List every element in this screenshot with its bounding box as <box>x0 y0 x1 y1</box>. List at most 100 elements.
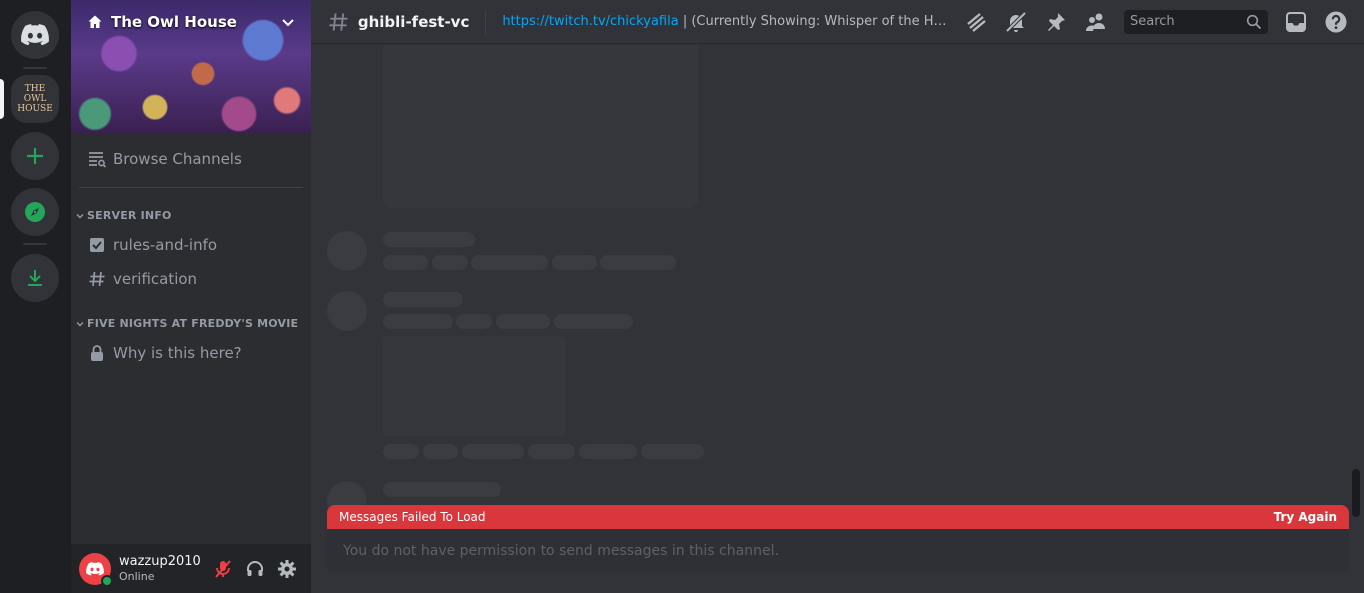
notification-settings-button[interactable] <box>1004 10 1028 34</box>
chevron-down-icon[interactable] <box>281 15 295 29</box>
avatar[interactable] <box>79 552 113 587</box>
inbox-button[interactable] <box>1284 10 1308 34</box>
sidebar-divider <box>79 187 303 188</box>
category-label: FIVE NIGHTS AT FREDDY'S MOVIE <box>87 317 299 330</box>
server-icon-owl-house[interactable]: THE OWL HOUSE <box>11 75 59 123</box>
skeleton-text <box>528 444 575 459</box>
channel-name: ghibli-fest-vc <box>357 12 470 31</box>
browse-channels-icon <box>87 149 107 169</box>
discord-icon <box>86 561 104 576</box>
channel-label: verification <box>113 270 198 288</box>
skeleton-text <box>554 314 633 329</box>
settings-icon <box>278 559 296 578</box>
notifications-muted-icon <box>1005 11 1027 32</box>
topic-link[interactable]: https://twitch.tv/chickyafila <box>502 14 678 29</box>
error-message: Messages Failed To Load <box>339 510 486 524</box>
header-divider <box>485 9 487 34</box>
hash-icon <box>329 12 348 31</box>
skeleton-text <box>383 444 419 459</box>
skeleton-username <box>383 232 475 247</box>
user-status: Online <box>119 569 155 583</box>
search-input[interactable]: Search <box>1124 9 1268 34</box>
explore-icon <box>25 202 45 222</box>
user-panel: wazzup2010 Online <box>71 544 311 593</box>
browse-channels-label: Browse Channels <box>113 150 242 168</box>
skeleton-avatar <box>327 291 367 331</box>
category-label: SERVER INFO <box>87 209 172 222</box>
skeleton-text <box>552 255 597 270</box>
skeleton-text <box>462 444 524 459</box>
help-button[interactable] <box>1324 10 1348 34</box>
load-error-bar: Messages Failed To Load Try Again <box>327 505 1349 529</box>
lock-icon <box>87 343 107 363</box>
hash-icon <box>87 269 107 289</box>
channel-topic[interactable]: https://twitch.tv/chickyafila | (Current… <box>502 14 948 29</box>
channel-rules-and-info[interactable]: rules-and-info <box>79 229 303 261</box>
skeleton-text <box>579 444 637 459</box>
inbox-icon <box>1286 11 1306 32</box>
skeleton-username <box>383 482 501 497</box>
server-icon-text: THE OWL HOUSE <box>17 84 53 114</box>
skeleton-text <box>600 255 676 270</box>
category-server-info[interactable]: SERVER INFO <box>75 209 172 222</box>
rail-separator <box>23 67 47 69</box>
search-icon <box>1246 14 1262 29</box>
category-five-nights[interactable]: FIVE NIGHTS AT FREDDY'S MOVIE <box>75 317 298 330</box>
search-placeholder: Search <box>1130 14 1175 29</box>
user-settings-button[interactable] <box>271 553 303 585</box>
server-header[interactable]: The Owl House <box>71 0 311 44</box>
home-icon <box>88 15 102 28</box>
topic-text: | (Currently Showing: Whisper of the Hea… <box>682 14 948 29</box>
skeleton-text <box>432 255 468 270</box>
channel-sidebar: The Owl House Browse Channels SERVER INF… <box>71 0 311 593</box>
explore-servers-button[interactable] <box>11 188 59 236</box>
server-name: The Owl House <box>111 13 237 31</box>
pinned-messages-button[interactable] <box>1044 10 1068 34</box>
skeleton-attachment <box>383 336 566 436</box>
channel-header: ghibli-fest-vc https://twitch.tv/chickya… <box>311 0 1364 44</box>
add-server-icon <box>27 148 43 164</box>
chevron-down-icon <box>76 213 84 218</box>
browse-channels-item[interactable]: Browse Channels <box>79 143 303 175</box>
skeleton-username <box>383 292 463 307</box>
discord-icon <box>21 24 49 46</box>
add-server-button[interactable] <box>11 132 59 180</box>
threads-icon <box>967 12 986 32</box>
channel-label: Why is this here? <box>113 344 242 362</box>
online-status-dot <box>101 574 113 587</box>
skeleton-text <box>496 314 550 329</box>
download-icon <box>28 270 42 286</box>
mute-button[interactable] <box>207 553 239 585</box>
chevron-down-icon <box>76 321 84 326</box>
selected-server-indicator <box>0 79 4 119</box>
channel-verification[interactable]: verification <box>79 263 303 295</box>
direct-messages-button[interactable] <box>11 11 59 59</box>
skeleton-text <box>456 314 492 329</box>
user-info[interactable]: wazzup2010 Online <box>119 554 207 584</box>
threads-button[interactable] <box>964 10 988 34</box>
skeleton-text <box>471 255 548 270</box>
help-icon <box>1325 11 1347 32</box>
discord-app: THE OWL HOUSE The Owl House Browse Chann… <box>0 0 1364 593</box>
skeleton-text <box>383 314 453 329</box>
composer-placeholder: You do not have permission to send messa… <box>343 543 779 559</box>
channel-label: rules-and-info <box>113 236 218 254</box>
download-apps-button[interactable] <box>11 254 59 302</box>
deafen-button[interactable] <box>239 553 271 585</box>
skeleton-text <box>423 444 458 459</box>
rail-separator <box>23 243 47 245</box>
members-icon <box>1086 13 1105 31</box>
skeleton-avatar <box>327 231 367 271</box>
mic-muted-icon <box>215 559 231 578</box>
message-input: You do not have permission to send messa… <box>327 529 1349 573</box>
channel-why-is-this-here[interactable]: Why is this here? <box>79 337 303 369</box>
server-rail: THE OWL HOUSE <box>0 0 71 593</box>
message-area: Messages Failed To Load Try Again You do… <box>311 45 1364 593</box>
skeleton-attachment <box>383 45 698 208</box>
skeleton-text <box>383 255 428 270</box>
try-again-button[interactable]: Try Again <box>1274 510 1337 524</box>
member-list-button[interactable] <box>1084 10 1108 34</box>
rules-icon <box>87 235 107 255</box>
message-scrollbar[interactable] <box>1352 469 1360 517</box>
header-toolbar: Search <box>956 9 1356 34</box>
